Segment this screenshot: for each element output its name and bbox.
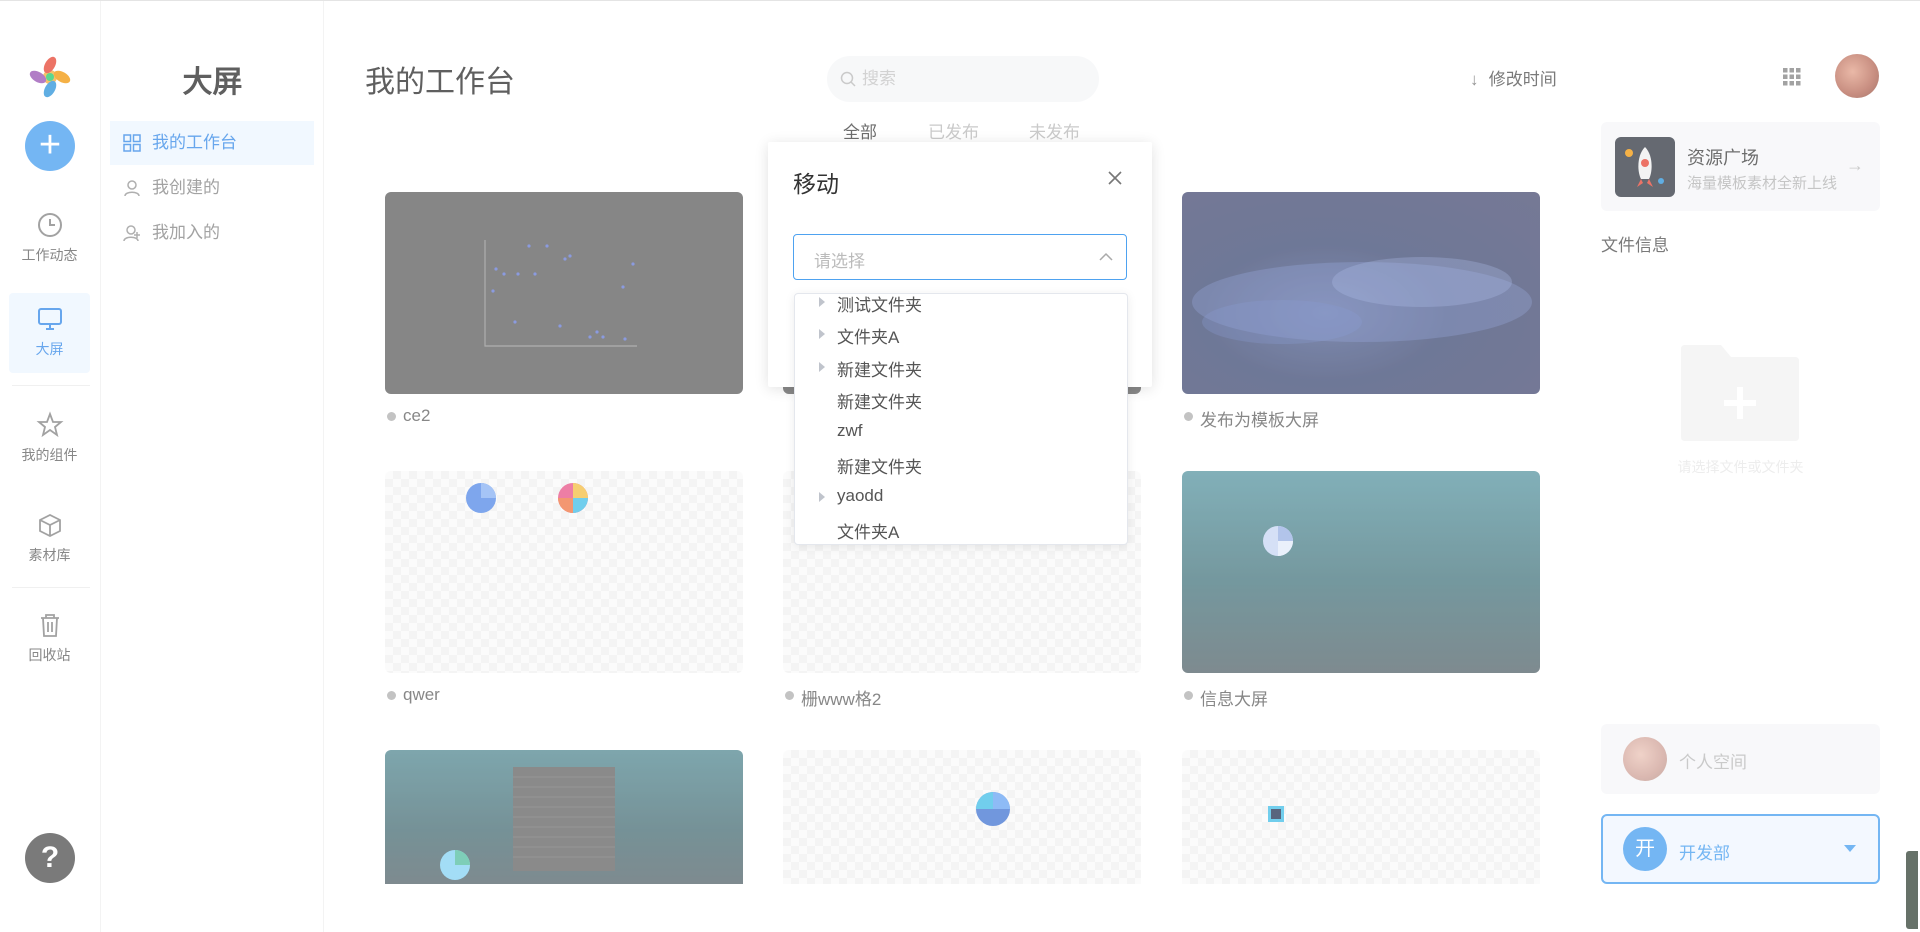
select-placeholder: 请选择 [814,252,865,271]
tree-node-label: 测试文件夹 [837,296,922,315]
tree-node[interactable]: 文件夹A [795,513,1127,544]
folder-tree-dropdown: 测试文件夹 文件夹A 新建文件夹 新建文件夹 zwf 新建文件夹 yaodd 文… [794,293,1128,545]
dialog-title: 移动 [793,171,839,197]
tree-node[interactable]: yaodd [795,481,1127,513]
tree-node[interactable]: 新建文件夹 [795,351,1127,383]
close-icon[interactable] [1106,169,1124,187]
tree-node[interactable]: 新建文件夹 [795,383,1127,415]
caret-right-icon[interactable] [819,329,825,339]
tree-node[interactable]: zwf [795,416,1127,448]
tree-node-label: 文件夹A [837,523,900,542]
tree-node-label: 文件夹A [837,328,900,347]
tree-node-label: zwf [837,421,863,440]
tree-node-label: yaodd [837,486,884,505]
tree-node[interactable]: 新建文件夹 [795,448,1127,480]
app-window: + 工作动态 大屏 我的组件 素材库 回收站 ? 大屏 我的工作台 我创建的 我… [0,0,1920,932]
tree-node-label: 新建文件夹 [837,458,922,477]
tree-node-label: 新建文件夹 [837,393,922,412]
caret-right-icon[interactable] [819,362,825,372]
chevron-up-icon [1099,252,1113,261]
caret-right-icon[interactable] [819,492,825,502]
caret-right-icon[interactable] [819,297,825,307]
folder-select[interactable]: 请选择 [793,234,1127,280]
tree-node[interactable]: 测试文件夹 [795,294,1127,318]
tree-node[interactable]: 文件夹A [795,318,1127,350]
tree-node-label: 新建文件夹 [837,361,922,380]
